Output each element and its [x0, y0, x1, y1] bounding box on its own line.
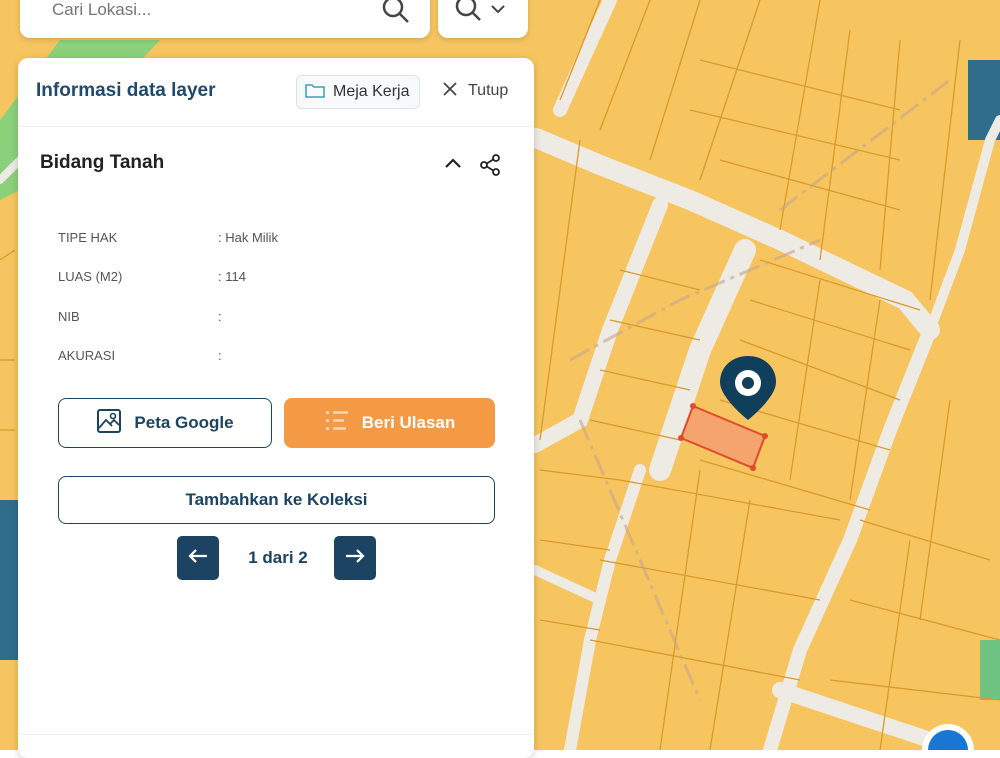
- add-collection-button[interactable]: Tambahkan ke Koleksi: [58, 476, 495, 524]
- field-row: NIB:: [58, 309, 222, 324]
- search-input[interactable]: [50, 0, 374, 24]
- zoom-control[interactable]: [438, 0, 528, 38]
- close-label: Tutup: [468, 82, 509, 99]
- field-key: LUAS (M2): [58, 269, 123, 284]
- field-row: LUAS (M2) : 114: [58, 269, 246, 284]
- prev-page-button[interactable]: [177, 536, 219, 580]
- panel-header: Informasi data layer Meja Kerja Tutup: [18, 58, 534, 127]
- search-bar[interactable]: [20, 0, 430, 38]
- map-icon: [96, 408, 122, 439]
- arrow-right-icon: [345, 548, 365, 568]
- panel-divider: [18, 734, 534, 735]
- close-icon: [442, 81, 458, 102]
- field-key: AKURASI: [58, 348, 116, 363]
- arrow-left-icon: [188, 548, 208, 568]
- chevron-up-icon[interactable]: [442, 153, 464, 180]
- data-layer-panel: Informasi data layer Meja Kerja Tutup Bi…: [18, 58, 534, 758]
- pagination-text: 1 dari 2: [248, 548, 308, 567]
- next-page-button[interactable]: [334, 536, 376, 580]
- share-icon[interactable]: [478, 153, 502, 182]
- google-map-label: Peta Google: [134, 413, 234, 432]
- google-map-button[interactable]: Peta Google: [58, 398, 272, 448]
- section-title: Bidang Tanah: [40, 152, 165, 173]
- location-pin-icon[interactable]: [716, 352, 780, 424]
- field-row: TIPE HAK : Hak Milik: [58, 230, 278, 245]
- field-key: TIPE HAK: [58, 230, 118, 245]
- meja-kerja-label: Meja Kerja: [333, 83, 410, 100]
- meja-kerja-button[interactable]: Meja Kerja: [296, 75, 421, 109]
- close-button[interactable]: Tutup: [442, 75, 508, 107]
- field-key: NIB: [58, 309, 80, 324]
- field-row: AKURASI:: [58, 348, 222, 363]
- search-icon[interactable]: [380, 0, 412, 31]
- zoom-icon[interactable]: [452, 0, 512, 31]
- folder-icon: [305, 82, 325, 103]
- add-collection-label: Tambahkan ke Koleksi: [185, 490, 368, 509]
- review-label: Beri Ulasan: [361, 413, 456, 432]
- review-button[interactable]: Beri Ulasan: [284, 398, 495, 448]
- field-value: : 114: [218, 269, 246, 284]
- field-value: : Hak Milik: [218, 230, 278, 245]
- field-value: :: [218, 348, 222, 363]
- list-icon: [324, 408, 350, 439]
- panel-title: Informasi data layer: [36, 80, 216, 101]
- field-value: :: [218, 309, 222, 324]
